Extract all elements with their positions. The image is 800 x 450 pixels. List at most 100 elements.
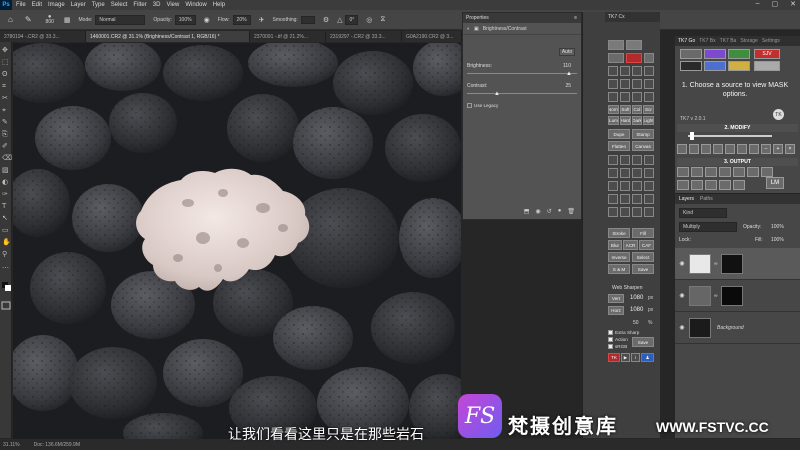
tk-icon-button[interactable] bbox=[632, 79, 642, 89]
srgb-checkbox[interactable]: sRGB bbox=[608, 344, 627, 349]
tk7-source-button[interactable] bbox=[754, 61, 780, 71]
visibility-icon[interactable]: ● bbox=[558, 208, 562, 215]
tab-settings[interactable]: Settings bbox=[762, 38, 780, 44]
home-icon[interactable]: ⌂ bbox=[8, 15, 13, 24]
fill-value[interactable]: 100% bbox=[771, 237, 784, 243]
brightness-slider[interactable] bbox=[467, 73, 577, 74]
visibility-eye-icon[interactable]: ◉ bbox=[675, 260, 689, 267]
tk-icon-button[interactable] bbox=[632, 168, 642, 178]
auto-button[interactable]: Auto bbox=[559, 48, 575, 56]
modify-button[interactable] bbox=[701, 144, 711, 154]
tk-icon-button[interactable] bbox=[644, 207, 654, 217]
blend-dark-button[interactable]: Dark bbox=[632, 116, 642, 125]
tk-icon-button[interactable] bbox=[620, 92, 630, 102]
stamp-button[interactable]: Stamp bbox=[632, 129, 654, 139]
layer-filter-kind[interactable]: Kind bbox=[679, 208, 727, 218]
visibility-eye-icon[interactable]: ◉ bbox=[675, 292, 689, 299]
tk-icon-button[interactable] bbox=[608, 53, 624, 63]
tk-icon-button[interactable] bbox=[620, 66, 630, 76]
modify-button[interactable] bbox=[737, 144, 747, 154]
doc-tab[interactable]: 2319297 -.CR2 @ 33.3... bbox=[326, 31, 402, 42]
tk-icon-button[interactable] bbox=[644, 79, 654, 89]
maximize-button[interactable]: ▢ bbox=[772, 0, 779, 8]
brightness-value[interactable]: 110 bbox=[563, 63, 571, 69]
tk-icon-button[interactable] bbox=[632, 155, 642, 165]
horz-button[interactable]: Horz bbox=[608, 306, 624, 315]
modify-minus-button[interactable]: – bbox=[761, 144, 771, 154]
stroke-button[interactable]: Stroke bbox=[608, 228, 630, 238]
tk7-source-button[interactable] bbox=[704, 61, 726, 71]
minimize-button[interactable]: – bbox=[756, 0, 760, 8]
tk-icon-button[interactable] bbox=[632, 66, 642, 76]
inverse-button[interactable]: Inverse bbox=[608, 252, 630, 262]
action-checkbox[interactable]: Action bbox=[608, 337, 628, 342]
menu-3d[interactable]: 3D bbox=[153, 2, 161, 8]
tk-icon-button[interactable] bbox=[620, 155, 630, 165]
output-button[interactable] bbox=[705, 167, 717, 177]
tk-icon-button[interactable] bbox=[632, 92, 642, 102]
tk7-source-button[interactable] bbox=[680, 49, 702, 59]
save-button[interactable]: Save bbox=[632, 264, 654, 274]
menu-window[interactable]: Window bbox=[185, 2, 206, 8]
contrast-value[interactable]: 25 bbox=[565, 83, 571, 89]
doc-tab-active[interactable]: 1460001.CR2 @ 31.1% (Brightness/Contrast… bbox=[86, 31, 250, 42]
lm-button[interactable]: LM bbox=[766, 177, 784, 189]
modify-button[interactable] bbox=[677, 144, 687, 154]
tk-icon-button[interactable] bbox=[644, 92, 654, 102]
tk-icon-button[interactable] bbox=[608, 155, 618, 165]
modify-slider[interactable] bbox=[688, 135, 772, 137]
use-legacy-checkbox[interactable]: Use Legacy bbox=[467, 103, 498, 108]
caf-button[interactable]: CAF bbox=[639, 240, 654, 250]
blend-light-button[interactable]: Light bbox=[643, 116, 654, 125]
mask-thumbnail[interactable] bbox=[720, 253, 743, 274]
tk7-source-button[interactable] bbox=[728, 61, 750, 71]
tk-icon-button[interactable] bbox=[608, 181, 618, 191]
menu-filter[interactable]: Filter bbox=[133, 2, 146, 8]
vert-size-value[interactable]: 1080 bbox=[630, 295, 643, 301]
blend-soft-button[interactable]: Soft bbox=[620, 105, 631, 114]
brightness-slider-handle[interactable]: ▲ bbox=[566, 71, 572, 77]
modify-slider-handle[interactable] bbox=[690, 132, 694, 140]
tab-tk7-bx[interactable]: TK7 Bx bbox=[699, 38, 715, 44]
output-button[interactable] bbox=[677, 180, 689, 190]
canvas-button[interactable]: Canvas bbox=[632, 141, 654, 151]
layer-row-background[interactable]: ◉ Background bbox=[675, 312, 800, 344]
zoom-level[interactable]: 31.11% bbox=[3, 442, 20, 448]
tk-icon-button[interactable] bbox=[632, 207, 642, 217]
panel-menu-icon[interactable]: ≡ bbox=[574, 15, 577, 21]
tk-icon-button[interactable] bbox=[608, 168, 618, 178]
tk-icon-button[interactable] bbox=[644, 53, 654, 63]
blend-mode-select[interactable]: Multiply bbox=[679, 222, 737, 232]
mask-thumbnail[interactable] bbox=[720, 285, 743, 306]
vert-button[interactable]: Vert bbox=[608, 294, 624, 303]
tk-icon-button[interactable] bbox=[620, 194, 630, 204]
tk-icon-button[interactable] bbox=[644, 66, 654, 76]
opacity-input[interactable]: 100% bbox=[174, 14, 196, 25]
visibility-eye-icon[interactable]: ◉ bbox=[675, 324, 689, 331]
doc-tab[interactable]: 2780194 -.CR2 @ 33.3... bbox=[0, 31, 86, 42]
angle-input[interactable]: 0° bbox=[345, 14, 359, 25]
brush-tool-icon[interactable]: ✎ bbox=[25, 15, 32, 24]
output-button[interactable] bbox=[719, 167, 731, 177]
trash-icon[interactable]: 🗑 bbox=[567, 208, 575, 215]
blend-scr-button[interactable]: Scr bbox=[643, 105, 654, 114]
fill-button[interactable]: Fill bbox=[632, 228, 654, 238]
tab-storage[interactable]: Storage bbox=[740, 38, 758, 44]
blur-button[interactable]: Blur bbox=[608, 240, 622, 250]
brush-panel-icon[interactable]: ▦ bbox=[64, 16, 71, 24]
user-icon[interactable]: ♟ bbox=[641, 353, 654, 362]
tk-icon-button[interactable] bbox=[608, 92, 618, 102]
tk-icon-button[interactable] bbox=[626, 53, 642, 63]
layer-row-mask[interactable]: ◉ ∞ bbox=[675, 280, 800, 312]
smoothing-options-icon[interactable]: ⚙ bbox=[323, 16, 329, 24]
web-save-button[interactable]: Save bbox=[632, 337, 654, 347]
contrast-slider-handle[interactable]: ▲ bbox=[494, 91, 500, 97]
select-button[interactable]: Select bbox=[632, 252, 654, 262]
sharpen-amount-value[interactable]: 50 bbox=[633, 320, 639, 326]
reset-icon[interactable]: ↺ bbox=[547, 208, 552, 215]
modify-button[interactable] bbox=[689, 144, 699, 154]
play-icon[interactable]: ▶ bbox=[621, 353, 630, 362]
dupe-button[interactable]: Dupe bbox=[608, 129, 630, 139]
tk-icon-button[interactable] bbox=[620, 207, 630, 217]
output-button[interactable] bbox=[747, 167, 759, 177]
